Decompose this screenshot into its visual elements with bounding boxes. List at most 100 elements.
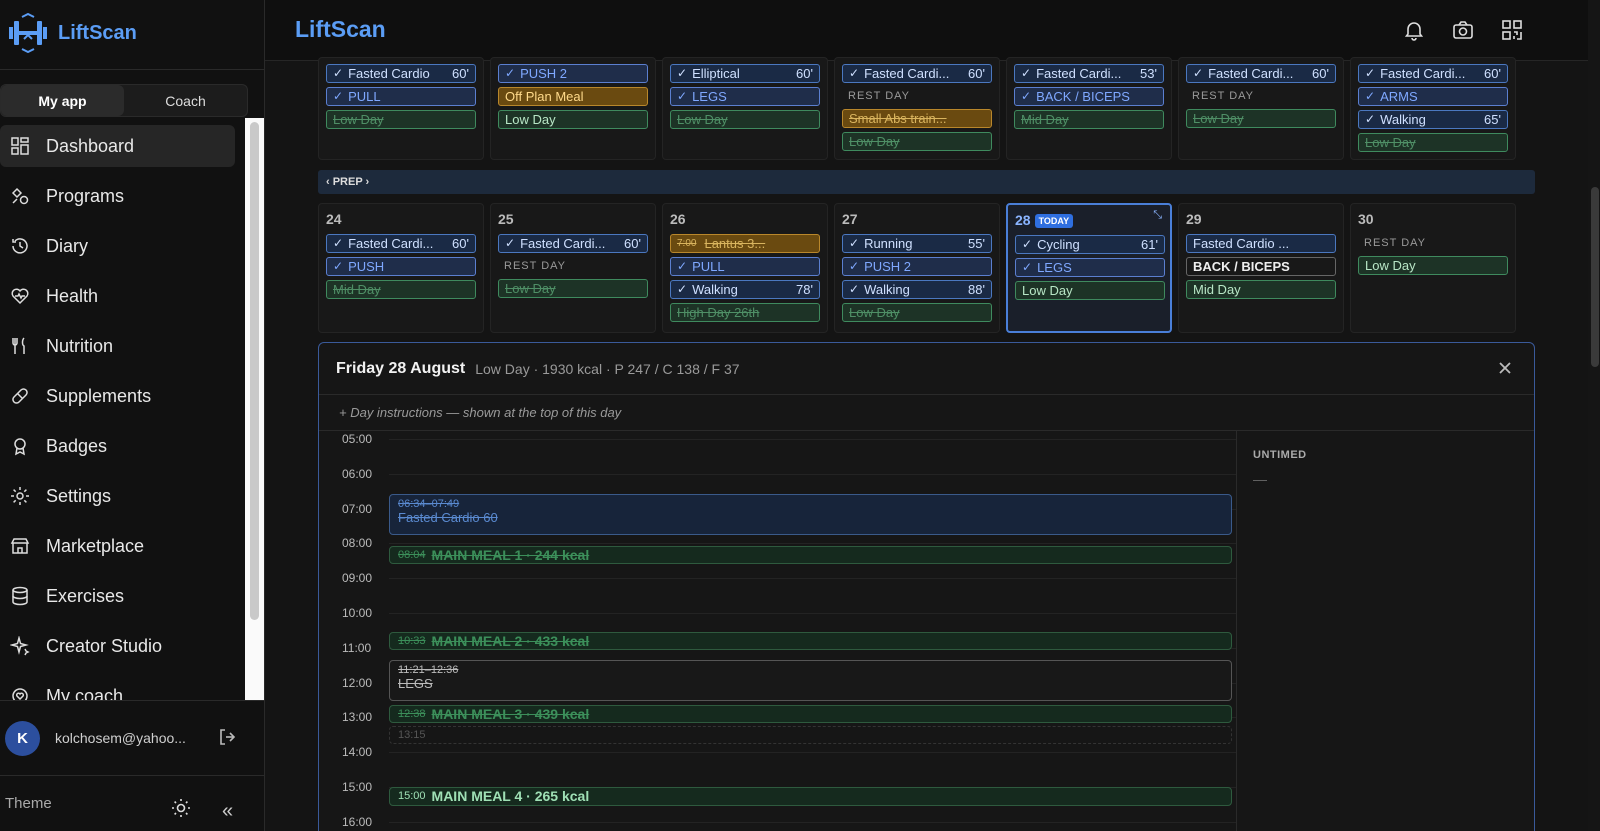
- sidebar-item-nutrition[interactable]: Nutrition: [0, 325, 235, 367]
- calendar-day[interactable]: 26 7:00 Lantus 3... ✓ PULL ✓ Walking 78' High Da…: [662, 203, 828, 333]
- sidebar-item-creator-studio[interactable]: Creator Studio: [0, 625, 235, 667]
- day-entry-chip[interactable]: ✓ Walking 65': [1358, 110, 1508, 129]
- day-entry-chip[interactable]: Low Day: [842, 303, 992, 322]
- day-instructions-add[interactable]: + Day instructions — shown at the top of…: [319, 395, 1534, 431]
- day-entry-chip[interactable]: ✓ Cycling 61': [1015, 235, 1165, 254]
- day-entry-chip[interactable]: 7:00 Lantus 3...: [670, 234, 820, 253]
- day-entry-chip[interactable]: ✓ Walking 78': [670, 280, 820, 299]
- phase-prep-bar[interactable]: ‹ PREP ›: [318, 170, 1535, 194]
- day-entry-chip[interactable]: Mid Day: [1186, 280, 1336, 299]
- day-entry-chip[interactable]: ✓ Fasted Cardio 60': [326, 64, 476, 83]
- timeline-event[interactable]: 11:21–12:36 LEGS: [389, 659, 1232, 702]
- day-entry-chip[interactable]: ✓ Fasted Cardi... 60': [498, 234, 648, 253]
- brand[interactable]: LiftScan: [8, 12, 137, 54]
- event-name: MAIN MEAL 1 · 244 kcal: [431, 546, 590, 563]
- sidebar-item-settings[interactable]: Settings: [0, 475, 235, 517]
- sidebar-item-my-coach[interactable]: My coach: [0, 675, 235, 700]
- calendar-day[interactable]: 29 Fasted Cardio ... BACK / BICEPS Mid Day: [1178, 203, 1344, 333]
- day-entry-chip[interactable]: ✓ LEGS: [670, 87, 820, 106]
- collapse-day-icon[interactable]: ⤡: [1153, 209, 1162, 222]
- day-entry-chip[interactable]: REST DAY: [498, 257, 648, 276]
- sidebar-item-marketplace[interactable]: Marketplace: [0, 525, 235, 567]
- calendar-day-today[interactable]: ⤡ 28 TODAY ✓ Cycling 61' ✓ LEGS Low Day: [1006, 203, 1172, 333]
- timeline-event[interactable]: 08:04 MAIN MEAL 1 · 244 kcal: [389, 545, 1232, 564]
- day-entry-chip[interactable]: Small Abs train...: [842, 109, 992, 128]
- sidebar-item-programs[interactable]: Programs: [0, 175, 235, 217]
- day-entry-chip[interactable]: Low Day: [1358, 256, 1508, 275]
- day-entry-chip[interactable]: ✓ Running 55': [842, 234, 992, 253]
- sidebar-item-diary[interactable]: Diary: [0, 225, 235, 267]
- day-entry-chip[interactable]: ✓ PUSH 2: [842, 257, 992, 276]
- sidebar-item-dashboard[interactable]: Dashboard: [0, 125, 235, 167]
- day-entry-chip[interactable]: ✓ PULL: [326, 87, 476, 106]
- logout-icon[interactable]: [217, 727, 237, 747]
- sun-icon[interactable]: [171, 798, 191, 818]
- day-entry-chip[interactable]: Low Day: [498, 279, 648, 298]
- day-entry-chip[interactable]: Low Day: [1015, 281, 1165, 300]
- calendar-day[interactable]: ✓ Fasted Cardi... 53' ✓ BACK / BICEPS Mid Day: [1006, 57, 1172, 160]
- day-entry-chip[interactable]: REST DAY: [1186, 87, 1336, 106]
- day-entry-chip[interactable]: Low Day: [1358, 133, 1508, 152]
- calendar-day[interactable]: 30 REST DAY Low Day: [1350, 203, 1516, 333]
- page-scrollbar[interactable]: [1588, 0, 1600, 831]
- timeline-event[interactable]: 10:33 MAIN MEAL 2 · 433 kcal: [389, 632, 1232, 651]
- app-root: LiftScan My app Coach Dashboard Programs D…: [0, 0, 1600, 831]
- tab-my-app[interactable]: My app: [1, 85, 124, 116]
- calendar-day[interactable]: 24 ✓ Fasted Cardi... 60' ✓ PUSH Mid Day: [318, 203, 484, 333]
- timeline-event[interactable]: 15:00 MAIN MEAL 4 · 265 kcal: [389, 787, 1232, 806]
- sidebar-scroll-thumb[interactable]: [250, 122, 259, 620]
- close-icon[interactable]: [1496, 359, 1514, 377]
- day-entry-chip[interactable]: ✓ Fasted Cardi... 60': [1186, 64, 1336, 83]
- calendar-day[interactable]: ✓ Fasted Cardi... 60' ✓ ARMS ✓ Walking 65' Low D…: [1350, 57, 1516, 160]
- timeline-event[interactable]: 06:34–07:49 Fasted Cardio 60: [389, 493, 1232, 536]
- day-entry-chip[interactable]: Mid Day: [1014, 110, 1164, 129]
- day-entry-chip[interactable]: ✓ BACK / BICEPS: [1014, 87, 1164, 106]
- day-entry-chip[interactable]: BACK / BICEPS: [1186, 257, 1336, 276]
- tab-coach[interactable]: Coach: [124, 85, 247, 116]
- sidebar-item-health[interactable]: Health: [0, 275, 235, 317]
- day-entry-chip[interactable]: Mid Day: [326, 280, 476, 299]
- sidebar-item-supplements[interactable]: Supplements: [0, 375, 235, 417]
- calendar-day[interactable]: ✓ Fasted Cardi... 60' REST DAY Low Day: [1178, 57, 1344, 160]
- timeline-event[interactable]: 12:38 MAIN MEAL 3 · 439 kcal: [389, 704, 1232, 723]
- calendar-day[interactable]: 25 ✓ Fasted Cardi... 60' REST DAY Low Day: [490, 203, 656, 333]
- day-entry-chip[interactable]: ✓ Fasted Cardi... 60': [326, 234, 476, 253]
- utensils-icon: [12, 337, 25, 354]
- collapse-sidebar-button[interactable]: «: [222, 800, 233, 823]
- day-entry-chip[interactable]: Low Day: [670, 110, 820, 129]
- day-entry-chip[interactable]: ✓ ARMS: [1358, 87, 1508, 106]
- day-entry-chip[interactable]: REST DAY: [1358, 234, 1508, 253]
- bell-icon[interactable]: [1403, 19, 1425, 41]
- chip-label: Off Plan Meal: [505, 89, 584, 104]
- qr-code-icon[interactable]: [1501, 19, 1523, 41]
- day-entry-chip[interactable]: ✓ Fasted Cardi... 60': [842, 64, 992, 83]
- day-entry-chip[interactable]: ✓ PULL: [670, 257, 820, 276]
- day-entry-chip[interactable]: ✓ LEGS: [1015, 258, 1165, 277]
- day-entry-chip[interactable]: Off Plan Meal: [498, 87, 648, 106]
- day-entry-chip[interactable]: High Day 26th: [670, 303, 820, 322]
- sidebar-item-exercises[interactable]: Exercises: [0, 575, 235, 617]
- calendar-day[interactable]: ✓ Fasted Cardi... 60' REST DAY Small Abs tra…: [834, 57, 1000, 160]
- chip-label: Walking: [864, 282, 910, 297]
- calendar-day[interactable]: ✓ Elliptical 60' ✓ LEGS Low Day: [662, 57, 828, 160]
- calendar-day[interactable]: ✓ Fasted Cardio 60' ✓ PULL Low Day: [318, 57, 484, 160]
- day-entry-chip[interactable]: Fasted Cardio ...: [1186, 234, 1336, 253]
- day-entry-chip[interactable]: Low Day: [326, 110, 476, 129]
- sidebar-item-badges[interactable]: Badges: [0, 425, 235, 467]
- day-entry-chip[interactable]: ✓ Fasted Cardi... 53': [1014, 64, 1164, 83]
- calendar-day[interactable]: ✓ PUSH 2 Off Plan Meal Low Day: [490, 57, 656, 160]
- timeline-event[interactable]: 13:15: [389, 726, 1232, 745]
- day-entry-chip[interactable]: ✓ Walking 88': [842, 280, 992, 299]
- day-entry-chip[interactable]: Low Day: [1186, 109, 1336, 128]
- avatar[interactable]: K: [5, 720, 40, 756]
- calendar-day[interactable]: 27 ✓ Running 55' ✓ PUSH 2 ✓ Walking 88' Low Day: [834, 203, 1000, 333]
- camera-icon[interactable]: [1452, 19, 1474, 41]
- day-entry-chip[interactable]: ✓ PUSH: [326, 257, 476, 276]
- day-entry-chip[interactable]: ✓ Elliptical 60': [670, 64, 820, 83]
- day-entry-chip[interactable]: ✓ PUSH 2: [498, 64, 648, 83]
- day-entry-chip[interactable]: REST DAY: [842, 87, 992, 106]
- day-entry-chip[interactable]: ✓ Fasted Cardi... 60': [1358, 64, 1508, 83]
- page-scroll-thumb[interactable]: [1591, 187, 1599, 367]
- day-entry-chip[interactable]: Low Day: [498, 110, 648, 129]
- day-entry-chip[interactable]: Low Day: [842, 132, 992, 151]
